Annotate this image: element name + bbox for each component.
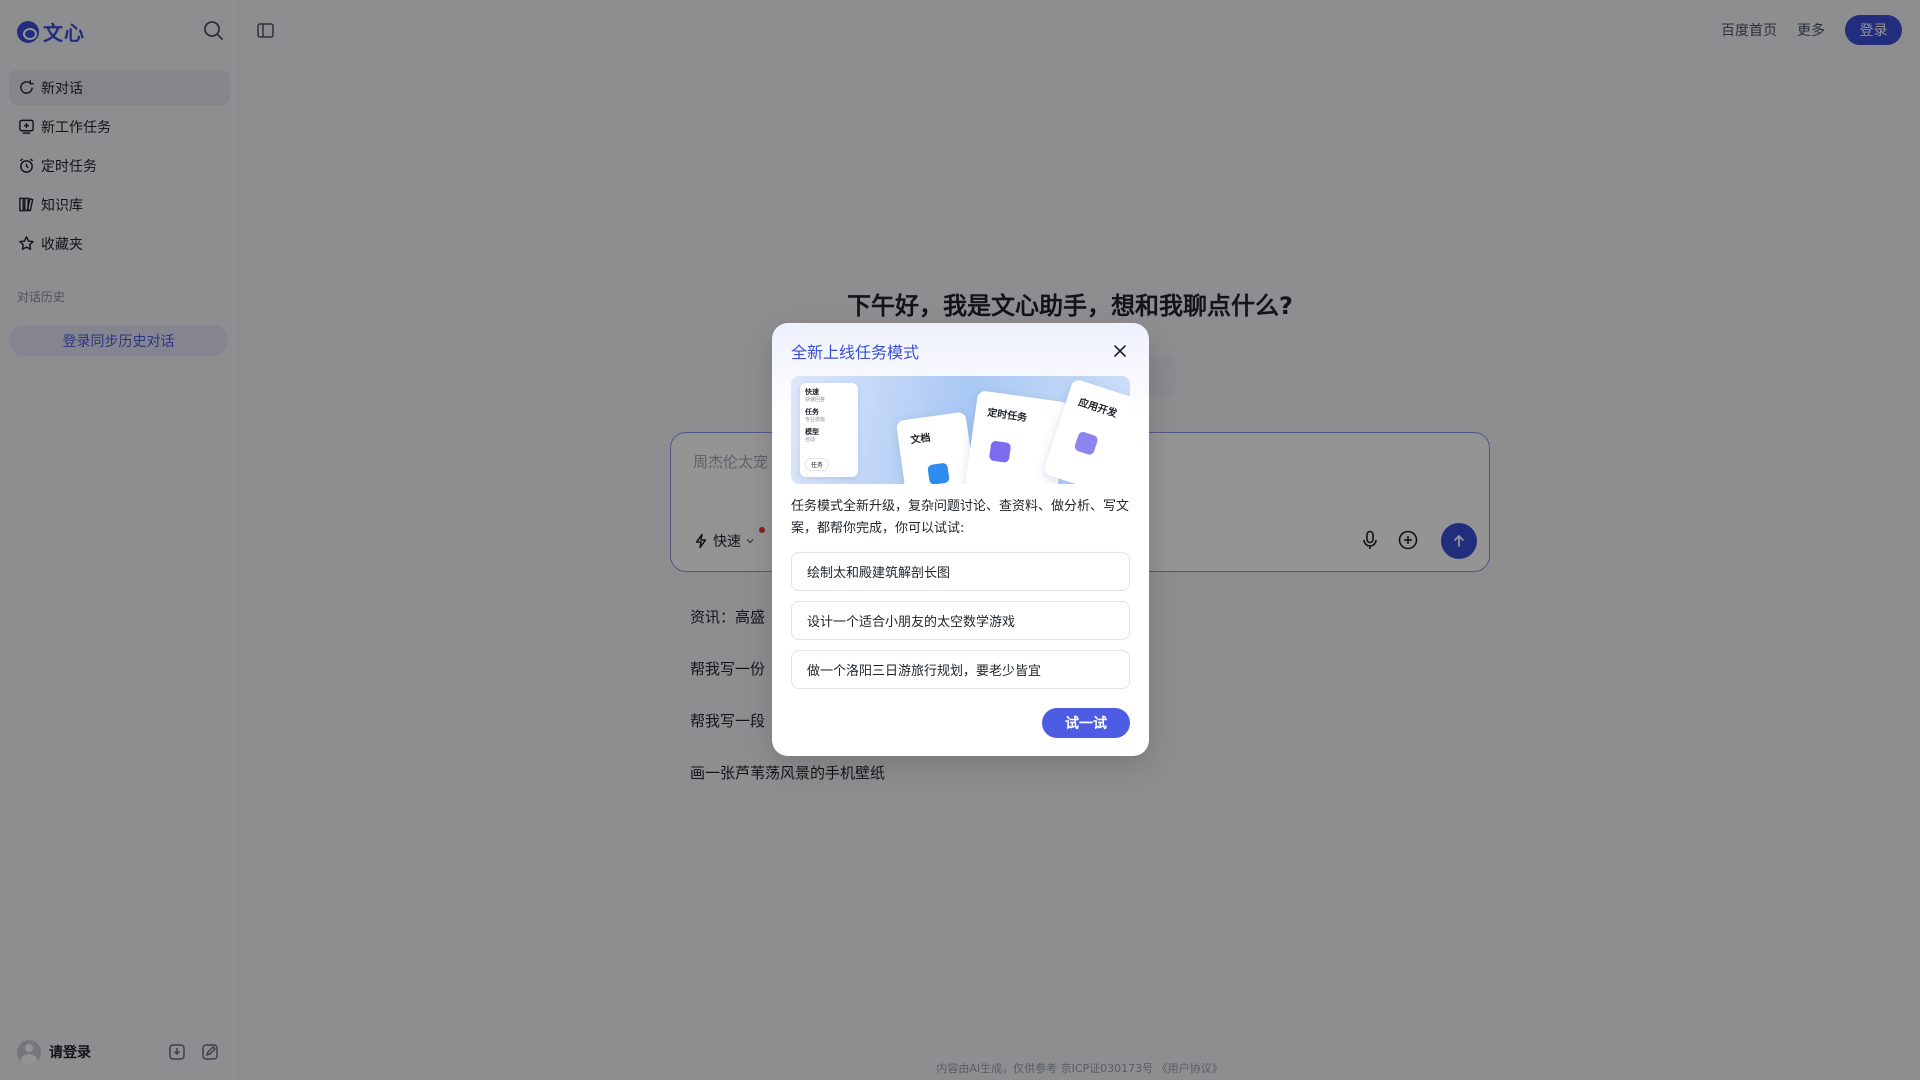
- panel-row-sub: 快速回答: [805, 397, 826, 403]
- modal-option[interactable]: 绘制太和殿建筑解剖长图: [791, 552, 1130, 591]
- modal-title: 全新上线任务模式: [791, 343, 920, 362]
- code-icon: [1073, 430, 1099, 456]
- panel-row-sub: 专业技能: [805, 417, 826, 423]
- document-icon: [927, 462, 950, 484]
- banner-mode-panel: 快速 快速回答 任务 专业技能 模型 自动 任务: [800, 383, 858, 477]
- banner-card-document: 文档: [895, 411, 977, 484]
- task-mode-modal: 全新上线任务模式 快速 快速回答 任务 专业技能 模型 自动 任务 文档 定时任…: [772, 323, 1149, 756]
- panel-row-title: 模型: [805, 428, 819, 436]
- modal-option[interactable]: 设计一个适合小朋友的太空数学游戏: [791, 601, 1130, 640]
- feature-banner: 快速 快速回答 任务 专业技能 模型 自动 任务 文档 定时任务 应用开发: [791, 376, 1130, 484]
- panel-row-title: 任务: [805, 408, 819, 416]
- scheduled-task-icon: [988, 440, 1012, 463]
- card-title: 应用开发: [1076, 397, 1119, 420]
- try-button[interactable]: 试一试: [1042, 708, 1130, 738]
- close-icon[interactable]: [1112, 343, 1128, 359]
- card-title: 定时任务: [986, 407, 1028, 425]
- modal-option[interactable]: 做一个洛阳三日游旅行规划，要老少皆宜: [791, 650, 1130, 689]
- panel-row-sub: 自动: [805, 437, 816, 443]
- card-title: 文档: [909, 432, 932, 447]
- modal-description: 任务模式全新升级，复杂问题讨论、查资料、做分析、写文案，都帮你完成，你可以试试:: [791, 499, 1130, 536]
- panel-row-title: 快速: [805, 388, 819, 396]
- panel-task-tag: 任务: [805, 458, 830, 471]
- banner-card-app-dev: 应用开发: [1042, 378, 1130, 484]
